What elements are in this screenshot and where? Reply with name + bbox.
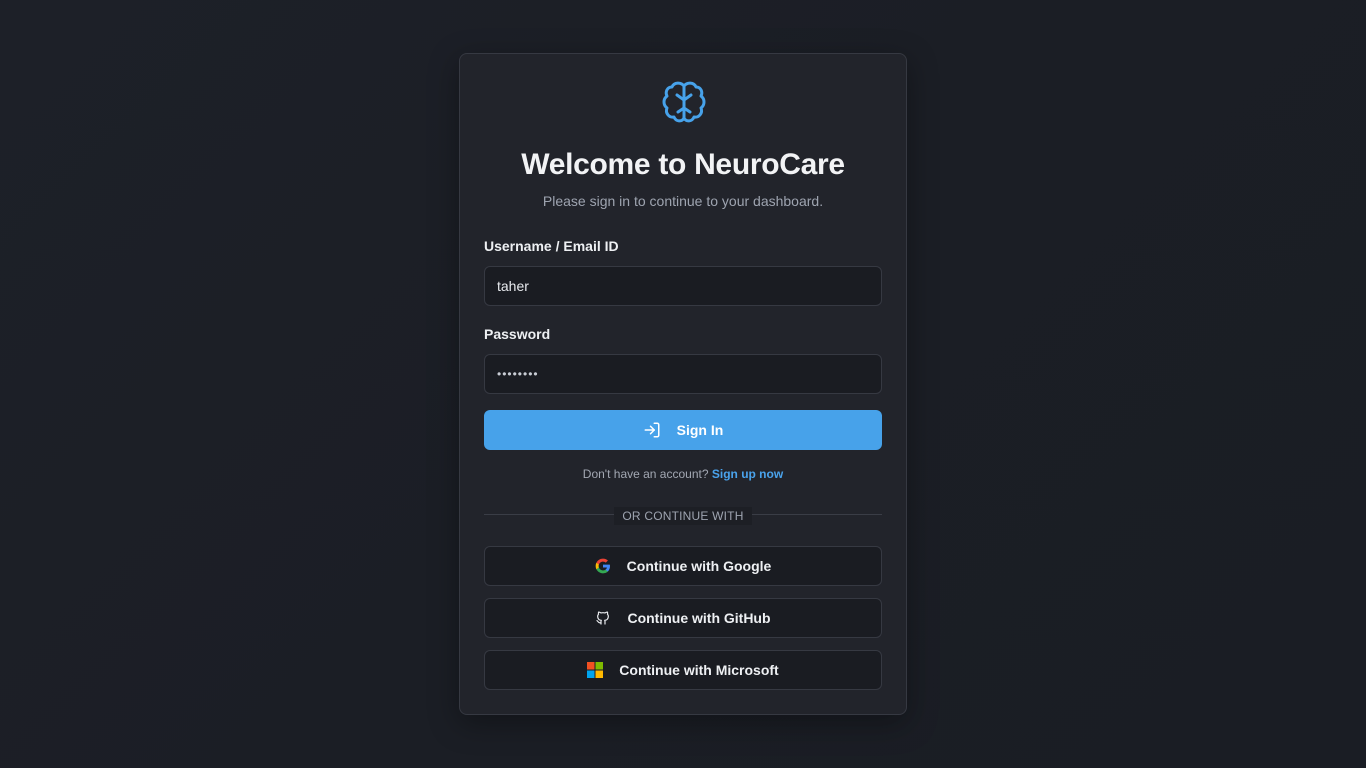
github-button[interactable]: Continue with GitHub — [484, 598, 882, 638]
page-title: Welcome to NeuroCare — [521, 148, 845, 181]
divider-text: OR CONTINUE WITH — [614, 507, 752, 525]
login-card: Welcome to NeuroCare Please sign in to c… — [459, 53, 907, 715]
google-icon — [595, 558, 610, 574]
username-input[interactable] — [484, 266, 882, 306]
signup-prompt: Don't have an account? — [582, 467, 709, 481]
github-icon — [596, 611, 610, 625]
brain-icon — [660, 78, 708, 126]
google-label: Continue with Google — [626, 558, 772, 574]
microsoft-icon — [587, 662, 604, 678]
divider: OR CONTINUE WITH — [460, 507, 906, 525]
page-subtitle: Please sign in to continue to your dashb… — [542, 193, 824, 209]
sign-in-label: Sign In — [676, 422, 724, 438]
sign-in-icon — [644, 422, 660, 438]
github-label: Continue with GitHub — [627, 610, 771, 626]
sign-in-button[interactable]: Sign In — [484, 410, 882, 450]
signup-row: Don't have an account? Sign up now — [460, 467, 906, 481]
password-label: Password — [484, 326, 551, 342]
username-label: Username / Email ID — [484, 238, 619, 254]
password-input[interactable] — [484, 354, 882, 394]
microsoft-button[interactable]: Continue with Microsoft — [484, 650, 882, 690]
google-button[interactable]: Continue with Google — [484, 546, 882, 586]
microsoft-label: Continue with Microsoft — [619, 662, 779, 678]
sign-up-link[interactable]: Sign up now — [712, 467, 783, 481]
